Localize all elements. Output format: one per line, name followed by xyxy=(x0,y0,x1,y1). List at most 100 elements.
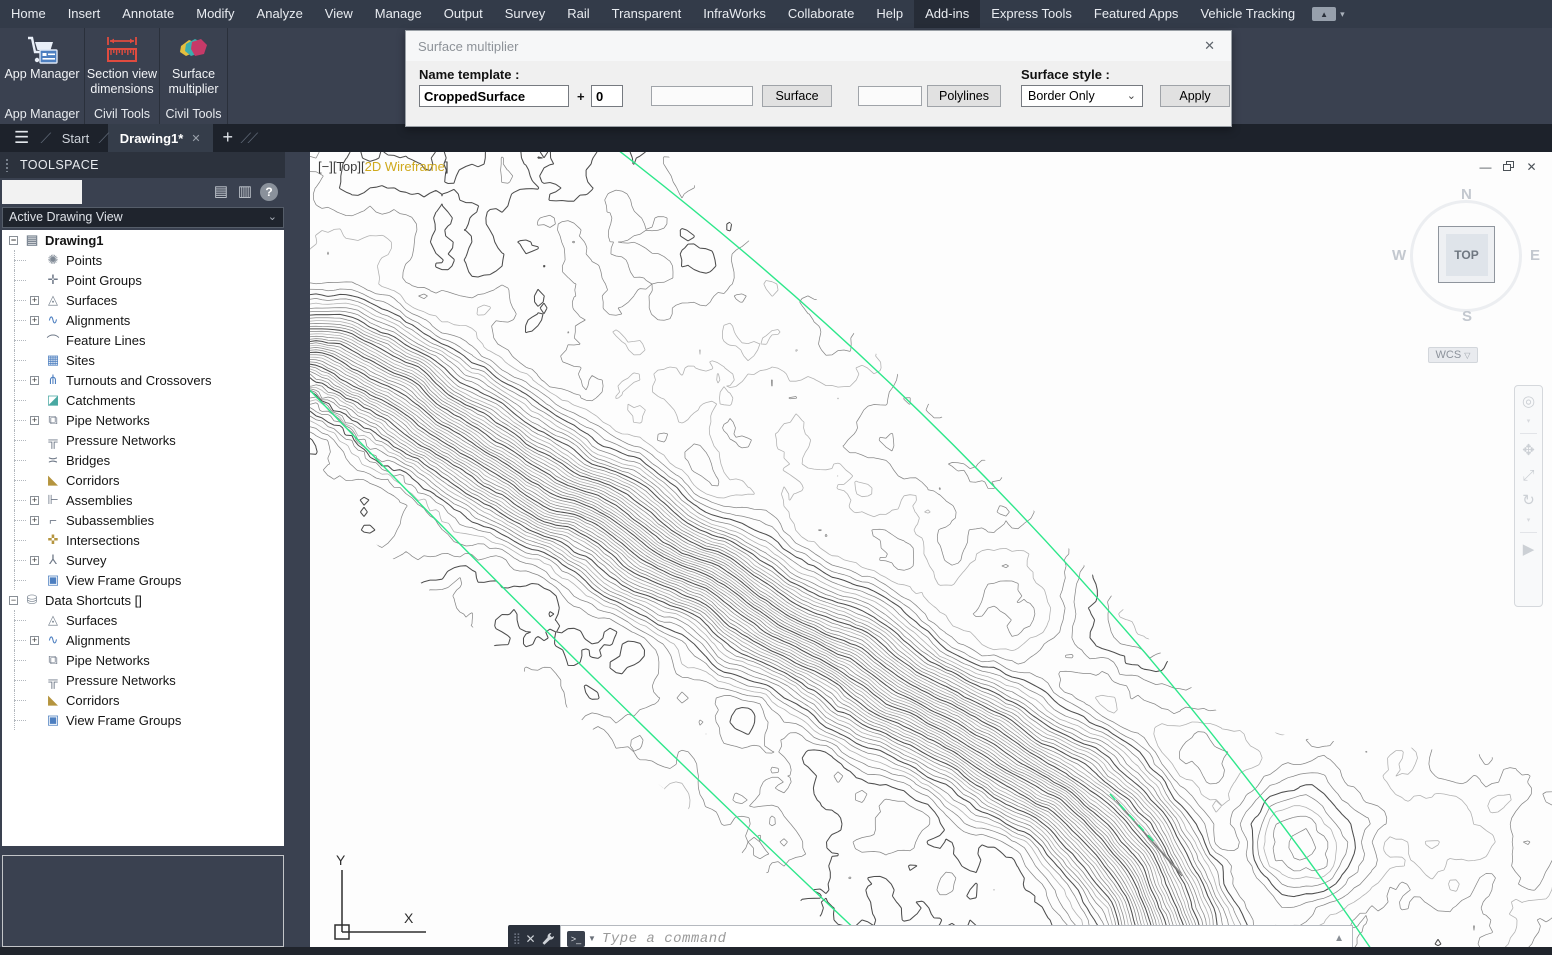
pan-hand-icon[interactable]: ✥ xyxy=(1522,443,1535,459)
menu-analyze[interactable]: Analyze xyxy=(246,0,314,28)
ribbon-group-label[interactable]: Civil Tools xyxy=(160,107,227,121)
menu-output[interactable]: Output xyxy=(433,0,494,28)
tree-item-turnouts-and-crossovers[interactable]: +⋔Turnouts and Crossovers xyxy=(2,370,284,390)
tree-item-point-groups[interactable]: ✛Point Groups xyxy=(2,270,284,290)
restore-icon[interactable] xyxy=(1502,161,1515,173)
menu-home[interactable]: Home xyxy=(0,0,57,28)
drawing-canvas[interactable]: [−][Top][2D Wireframe] — ✕ N W S E TOP W… xyxy=(310,152,1552,947)
expand-icon[interactable]: + xyxy=(30,416,39,425)
menu-vehicle-tracking[interactable]: Vehicle Tracking xyxy=(1189,0,1306,28)
help-icon[interactable]: ? xyxy=(260,183,278,201)
menu-add-ins[interactable]: Add-ins xyxy=(914,0,980,28)
collapse-icon[interactable]: − xyxy=(9,596,18,605)
view-cube-south[interactable]: S xyxy=(1462,308,1472,325)
chevron-down-icon[interactable]: ▾ xyxy=(1527,518,1531,523)
tree-item-alignments[interactable]: +∿Alignments xyxy=(2,630,284,650)
toolspace-blank-button[interactable] xyxy=(2,180,82,204)
tree-item-bridges[interactable]: ≍Bridges xyxy=(2,450,284,470)
expand-icon[interactable]: + xyxy=(30,496,39,505)
command-prompt-icon[interactable]: >_ xyxy=(567,931,585,947)
surface-pick-button[interactable]: Surface xyxy=(762,85,832,107)
view-cube-east[interactable]: E xyxy=(1530,247,1540,264)
command-history-up-icon[interactable]: ▲ xyxy=(1334,933,1344,944)
wcs-dropdown[interactable]: WCS ▽ xyxy=(1428,347,1478,363)
panel-layout-icon[interactable]: ▥ xyxy=(234,180,256,204)
tree-item-surfaces[interactable]: +◬Surfaces xyxy=(2,290,284,310)
close-icon[interactable]: ✕ xyxy=(1525,161,1538,173)
tree-item-assemblies[interactable]: +⊩Assemblies xyxy=(2,490,284,510)
expand-icon[interactable]: + xyxy=(30,636,39,645)
tree-item-intersections[interactable]: ✜Intersections xyxy=(2,530,284,550)
tree-item-view-frame-groups[interactable]: ▣View Frame Groups xyxy=(2,570,284,590)
polylines-field[interactable] xyxy=(858,86,922,106)
tree-item-pipe-networks[interactable]: +⧉Pipe Networks xyxy=(2,410,284,430)
menu-icon[interactable]: ☰ xyxy=(0,124,43,152)
file-tab-drawing1-[interactable]: Drawing1*✕ xyxy=(108,124,213,152)
menu-rail[interactable]: Rail xyxy=(556,0,600,28)
zoom-extents-icon[interactable]: ⤢ xyxy=(1522,468,1534,484)
chevron-down-icon[interactable]: ▾ xyxy=(1527,419,1531,424)
menu-express-tools[interactable]: Express Tools xyxy=(980,0,1083,28)
expand-icon[interactable]: + xyxy=(30,296,39,305)
menu-infraworks[interactable]: InfraWorks xyxy=(692,0,777,28)
menu-modify[interactable]: Modify xyxy=(185,0,245,28)
close-icon[interactable]: ✕ xyxy=(526,932,536,946)
surface-name-field[interactable] xyxy=(651,86,753,106)
customize-wrench-icon[interactable] xyxy=(540,931,555,946)
apply-button[interactable]: Apply xyxy=(1160,85,1230,107)
tree-item-drawing1[interactable]: −▤Drawing1 xyxy=(2,230,284,250)
tree-item-corridors[interactable]: ◣Corridors xyxy=(2,690,284,710)
tree-item-subassemblies[interactable]: +⌐Subassemblies xyxy=(2,510,284,530)
close-icon[interactable]: ✕ xyxy=(191,132,200,145)
collapse-icon[interactable]: − xyxy=(9,236,18,245)
tree-item-view-frame-groups[interactable]: ▣View Frame Groups xyxy=(2,710,284,730)
showmotion-icon[interactable]: ▶ xyxy=(1523,542,1535,558)
tree-item-pressure-networks[interactable]: ╦Pressure Networks xyxy=(2,670,284,690)
polylines-pick-button[interactable]: Polylines xyxy=(927,85,1001,107)
menu-help[interactable]: Help xyxy=(865,0,914,28)
name-template-input[interactable] xyxy=(419,85,569,107)
viewport-label[interactable]: [−][Top][2D Wireframe] xyxy=(318,159,448,174)
tree-item-data-shortcuts-[interactable]: −⛁Data Shortcuts [] xyxy=(2,590,284,610)
tree-item-corridors[interactable]: ◣Corridors xyxy=(2,470,284,490)
tree-item-alignments[interactable]: +∿Alignments xyxy=(2,310,284,330)
viewport-controls-label[interactable]: [−][Top][ xyxy=(318,159,365,174)
navigation-wheel-icon[interactable]: ◎ xyxy=(1522,394,1535,410)
view-cube-top-face[interactable]: TOP xyxy=(1438,226,1495,283)
expand-icon[interactable]: + xyxy=(30,376,39,385)
drag-grip-icon[interactable] xyxy=(5,158,9,172)
new-tab-button[interactable]: + xyxy=(213,124,244,152)
expand-icon[interactable]: + xyxy=(30,316,39,325)
tree-item-pressure-networks[interactable]: ╦Pressure Networks xyxy=(2,430,284,450)
orbit-icon[interactable]: ↻ xyxy=(1522,493,1535,509)
menu-transparent[interactable]: Transparent xyxy=(601,0,693,28)
menu-survey[interactable]: Survey xyxy=(494,0,556,28)
app-manager-button[interactable]: App Manager xyxy=(4,28,79,82)
tree-item-surfaces[interactable]: ◬Surfaces xyxy=(2,610,284,630)
menu-collaborate[interactable]: Collaborate xyxy=(777,0,866,28)
item-view-icon[interactable]: ▤ xyxy=(210,180,232,204)
menu-insert[interactable]: Insert xyxy=(57,0,112,28)
expand-icon[interactable]: + xyxy=(30,556,39,565)
active-drawing-view-select[interactable]: Active Drawing View ⌄ xyxy=(2,207,284,228)
close-icon[interactable]: ✕ xyxy=(1200,38,1219,54)
view-cube-west[interactable]: W xyxy=(1392,247,1406,264)
dialog-title-bar[interactable]: Surface multiplier ✕ xyxy=(406,31,1231,61)
menu-manage[interactable]: Manage xyxy=(364,0,433,28)
minimize-icon[interactable]: — xyxy=(1479,161,1492,173)
section-view-dimensions-button[interactable]: Section view dimensions xyxy=(87,28,157,97)
drag-grip-icon[interactable]: ⣿ xyxy=(513,932,521,945)
tree-item-points[interactable]: ✺Points xyxy=(2,250,284,270)
ribbon-group-label[interactable]: Civil Tools xyxy=(85,107,159,121)
tree-item-catchments[interactable]: ◪Catchments xyxy=(2,390,284,410)
tree-item-survey[interactable]: +⅄Survey xyxy=(2,550,284,570)
visual-style-label[interactable]: 2D Wireframe xyxy=(365,159,445,174)
surface-multiplier-button[interactable]: Surface multiplier xyxy=(168,28,218,97)
suffix-counter-input[interactable] xyxy=(591,85,623,107)
toolspace-title[interactable]: TOOLSPACE xyxy=(0,152,285,178)
ribbon-group-label[interactable]: App Manager xyxy=(0,107,84,121)
ribbon-options-icon[interactable]: ▲▾ xyxy=(1312,7,1345,21)
menu-featured-apps[interactable]: Featured Apps xyxy=(1083,0,1190,28)
menu-view[interactable]: View xyxy=(314,0,364,28)
menu-annotate[interactable]: Annotate xyxy=(111,0,185,28)
